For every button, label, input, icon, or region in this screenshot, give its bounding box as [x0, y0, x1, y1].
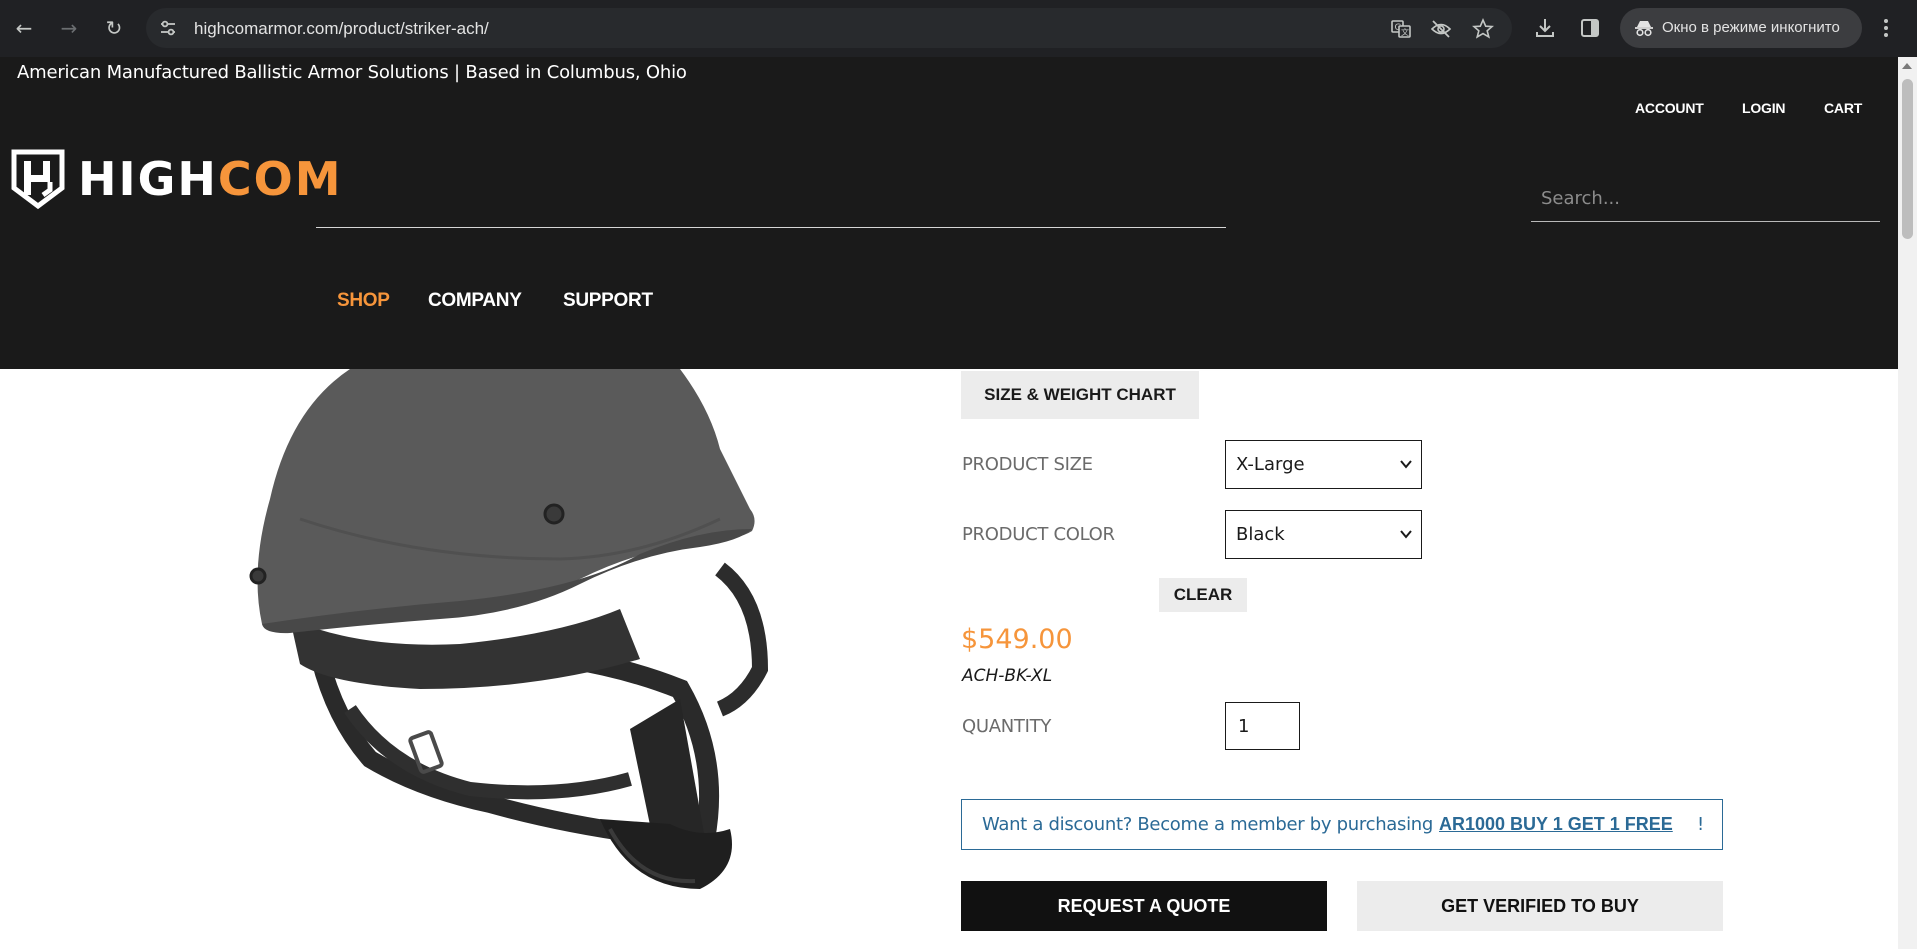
product-image-helmet [249, 369, 769, 889]
quantity-label: QUANTITY [962, 716, 1052, 737]
bookmark-star-icon[interactable] [1472, 18, 1494, 40]
chevron-down-icon [1400, 530, 1412, 539]
url-path: /product/striker-ach/ [338, 19, 489, 38]
product-sku: ACH-BK-XL [962, 666, 1053, 686]
cart-link[interactable]: CART [1824, 100, 1862, 116]
account-link[interactable]: ACCOUNT [1635, 100, 1704, 116]
incognito-icon [1635, 21, 1653, 37]
quantity-input[interactable] [1225, 702, 1300, 750]
logo-word-high: HIGH [78, 152, 218, 206]
get-verified-button[interactable]: GET VERIFIED TO BUY [1357, 881, 1723, 931]
svg-text:文: 文 [1401, 27, 1409, 37]
translate-icon[interactable]: G 文 [1390, 18, 1412, 40]
login-link[interactable]: LOGIN [1742, 100, 1786, 116]
product-color-label: PRODUCT COLOR [962, 524, 1115, 545]
size-weight-chart-button[interactable]: SIZE & WEIGHT CHART [961, 371, 1199, 419]
page-scrollbar[interactable] [1898, 57, 1917, 949]
request-quote-button[interactable]: REQUEST A QUOTE [961, 881, 1327, 931]
product-size-label: PRODUCT SIZE [962, 454, 1093, 475]
chevron-down-icon [1400, 460, 1412, 469]
url-host: highcomarmor.com [194, 19, 339, 38]
discount-exclamation: ! [1697, 814, 1705, 835]
product-price: $549.00 [961, 624, 1073, 655]
product-color-select[interactable]: Black [1225, 510, 1422, 559]
url-text[interactable]: highcomarmor.com/product/striker-ach/ [194, 19, 489, 39]
scroll-up-arrow-icon[interactable] [1902, 63, 1912, 69]
product-size-value: X-Large [1236, 454, 1305, 475]
site-settings-icon[interactable] [158, 18, 178, 38]
discount-text: Want a discount? Become a member by purc… [982, 814, 1434, 835]
product-color-value: Black [1236, 524, 1285, 545]
discount-offer-link[interactable]: AR1000 BUY 1 GET 1 FREE [1439, 814, 1673, 835]
header-tagline: American Manufactured Ballistic Armor So… [17, 62, 687, 83]
highcom-shield-icon [11, 149, 65, 210]
download-icon[interactable] [1533, 16, 1557, 40]
search-input[interactable] [1531, 175, 1880, 221]
forward-arrow-icon[interactable]: → [57, 16, 81, 40]
clear-selection-button[interactable]: CLEAR [1159, 578, 1247, 612]
nav-support[interactable]: SUPPORT [563, 290, 653, 312]
membership-discount-banner: Want a discount? Become a member by purc… [961, 799, 1723, 850]
reload-icon[interactable]: ↻ [102, 16, 126, 40]
browser-toolbar: ← → ↻ highcomarmor.com/product/striker-a… [0, 0, 1917, 57]
eye-off-icon[interactable] [1430, 18, 1452, 40]
back-arrow-icon[interactable]: ← [12, 16, 36, 40]
logo-word-com: COM [217, 152, 343, 206]
header-divider [316, 227, 1226, 228]
incognito-indicator[interactable]: Окно в режиме инкогнито [1620, 8, 1862, 48]
highcom-logo[interactable]: HIGHCOM [10, 146, 341, 212]
site-header: American Manufactured Ballistic Armor So… [0, 57, 1898, 369]
search-box [1531, 175, 1880, 222]
address-bar[interactable]: highcomarmor.com/product/striker-ach/ G … [146, 8, 1512, 48]
scroll-thumb[interactable] [1902, 79, 1913, 239]
nav-shop[interactable]: SHOP [337, 290, 390, 312]
nav-company[interactable]: COMPANY [428, 290, 522, 312]
incognito-label: Окно в режиме инкогнито [1662, 19, 1840, 36]
logo-wordmark: HIGHCOM [78, 152, 343, 206]
more-menu-icon[interactable] [1880, 14, 1892, 42]
side-panel-icon[interactable] [1578, 16, 1602, 40]
product-size-select[interactable]: X-Large [1225, 440, 1422, 489]
